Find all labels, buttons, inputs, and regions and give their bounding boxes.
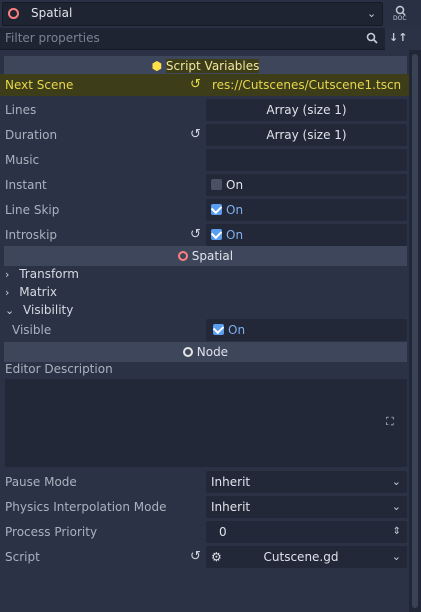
node-section-label: Node (196, 345, 229, 359)
sort-icon: ↓↑ (389, 31, 408, 44)
property-visible: Visible On (0, 318, 409, 343)
group-visibility[interactable]: ⌄ Visibility (5, 301, 73, 319)
chevron-down-icon: ⌄ (391, 475, 401, 488)
property-lines: Lines Array (size 1) (0, 98, 409, 123)
process-priority-label: Process Priority (5, 525, 98, 539)
visible-checkbox[interactable]: On (206, 319, 407, 341)
next-scene-label: Next Scene (5, 78, 74, 92)
revert-icon[interactable]: ↺ (190, 227, 201, 242)
duration-array-button[interactable]: Array (size 1) (206, 124, 407, 146)
pause-mode-label: Pause Mode (5, 475, 77, 489)
property-next-scene[interactable]: Next Scene ↺ res://Cutscenes/Cutscene1.t… (0, 74, 409, 96)
instant-value: On (226, 178, 244, 192)
music-field[interactable] (206, 149, 407, 171)
property-line-skip: Line Skip On (0, 198, 409, 223)
sort-properties-button[interactable]: ↓↑ (389, 31, 409, 47)
script-resource-picker[interactable]: ⚙ Cutscene.gd ⌄ (206, 546, 407, 568)
object-selector-label: Spatial (31, 6, 73, 20)
chevron-down-icon: ⌄ (367, 7, 377, 20)
spatial-node-icon (177, 251, 188, 261)
introskip-value: On (226, 228, 244, 242)
duration-label: Duration (5, 128, 58, 142)
pause-mode-value: Inherit (211, 475, 251, 489)
checkbox-unchecked-icon (211, 179, 222, 190)
editor-description-label: Editor Description (5, 362, 113, 376)
spinbox-arrows-icon[interactable]: ⇕ (393, 521, 401, 543)
visible-value: On (228, 323, 246, 337)
property-introskip: Introskip ↺ On (0, 223, 409, 248)
lines-label: Lines (5, 103, 37, 117)
spatial-node-icon (8, 8, 19, 22)
instant-label: Instant (5, 178, 47, 192)
expand-icon[interactable]: ⛶ (386, 415, 394, 429)
property-instant: Instant On (0, 173, 409, 198)
script-variables-section[interactable]: ⬢ Script Variables (4, 56, 407, 76)
physics-interpolation-label: Physics Interpolation Mode (5, 500, 167, 514)
group-visibility-label: Visibility (23, 303, 74, 317)
chevron-down-icon: ⌄ (391, 500, 401, 513)
help-doc-button[interactable]: DOC (389, 4, 411, 24)
property-duration: Duration ↺ Array (size 1) (0, 123, 409, 148)
filter-placeholder: Filter properties (5, 31, 100, 45)
line-skip-checkbox[interactable]: On (206, 199, 407, 221)
property-physics-interpolation: Physics Interpolation Mode Inherit ⌄ (0, 495, 409, 520)
group-transform[interactable]: › Transform (5, 265, 79, 283)
physics-interpolation-value: Inherit (211, 500, 251, 514)
scrollbar-thumb[interactable] (412, 54, 418, 608)
checkbox-checked-icon (211, 229, 222, 240)
spatial-section-label: Spatial (191, 249, 234, 263)
line-skip-label: Line Skip (5, 203, 60, 217)
lines-array-button[interactable]: Array (size 1) (206, 99, 407, 121)
chevron-down-icon: ⌄ (5, 304, 15, 317)
object-selector[interactable]: Spatial ⌄ (2, 2, 383, 26)
group-matrix[interactable]: › Matrix (5, 283, 57, 301)
doc-label: DOC (393, 15, 407, 22)
revert-icon[interactable]: ↺ (190, 77, 201, 92)
node-icon (182, 347, 193, 357)
visible-label: Visible (12, 323, 52, 337)
checkbox-checked-icon (213, 324, 224, 335)
physics-interpolation-dropdown[interactable]: Inherit ⌄ (206, 496, 407, 518)
property-music: Music (0, 148, 409, 173)
process-priority-value: 0 (219, 525, 227, 539)
chevron-right-icon: › (5, 286, 10, 299)
group-matrix-label: Matrix (19, 285, 58, 299)
revert-icon[interactable]: ↺ (190, 127, 201, 142)
inspector-header: Spatial ⌄ DOC (0, 0, 421, 28)
property-process-priority: Process Priority 0 ⇕ (0, 520, 409, 545)
music-label: Music (5, 153, 40, 167)
group-transform-label: Transform (19, 267, 79, 281)
revert-icon[interactable]: ↺ (190, 549, 201, 564)
editor-description-textarea[interactable]: ⛶ (5, 379, 407, 467)
property-pause-mode: Pause Mode Inherit ⌄ (0, 470, 409, 495)
filter-properties-input[interactable]: Filter properties (0, 28, 385, 50)
pause-mode-dropdown[interactable]: Inherit ⌄ (206, 471, 407, 493)
property-script: Script ↺ ⚙ Cutscene.gd ⌄ (0, 545, 409, 570)
script-value: Cutscene.gd (263, 550, 339, 564)
node-section[interactable]: Node (4, 342, 407, 362)
script-variables-label: Script Variables (165, 59, 260, 73)
introskip-label: Introskip (5, 228, 58, 242)
introskip-checkbox[interactable]: On (206, 224, 407, 246)
chevron-right-icon: › (5, 268, 10, 281)
checkbox-checked-icon (211, 204, 222, 215)
script-label: Script (5, 550, 40, 564)
process-priority-spinbox[interactable]: 0 ⇕ (206, 521, 407, 543)
instant-checkbox[interactable]: On (206, 174, 407, 196)
spatial-section[interactable]: Spatial (4, 246, 407, 266)
line-skip-value: On (226, 203, 244, 217)
script-box-icon: ⬢ (151, 59, 163, 73)
next-scene-value[interactable]: res://Cutscenes/Cutscene1.tscn (212, 78, 401, 92)
search-icon (366, 32, 378, 44)
chevron-down-icon: ⌄ (391, 550, 401, 563)
